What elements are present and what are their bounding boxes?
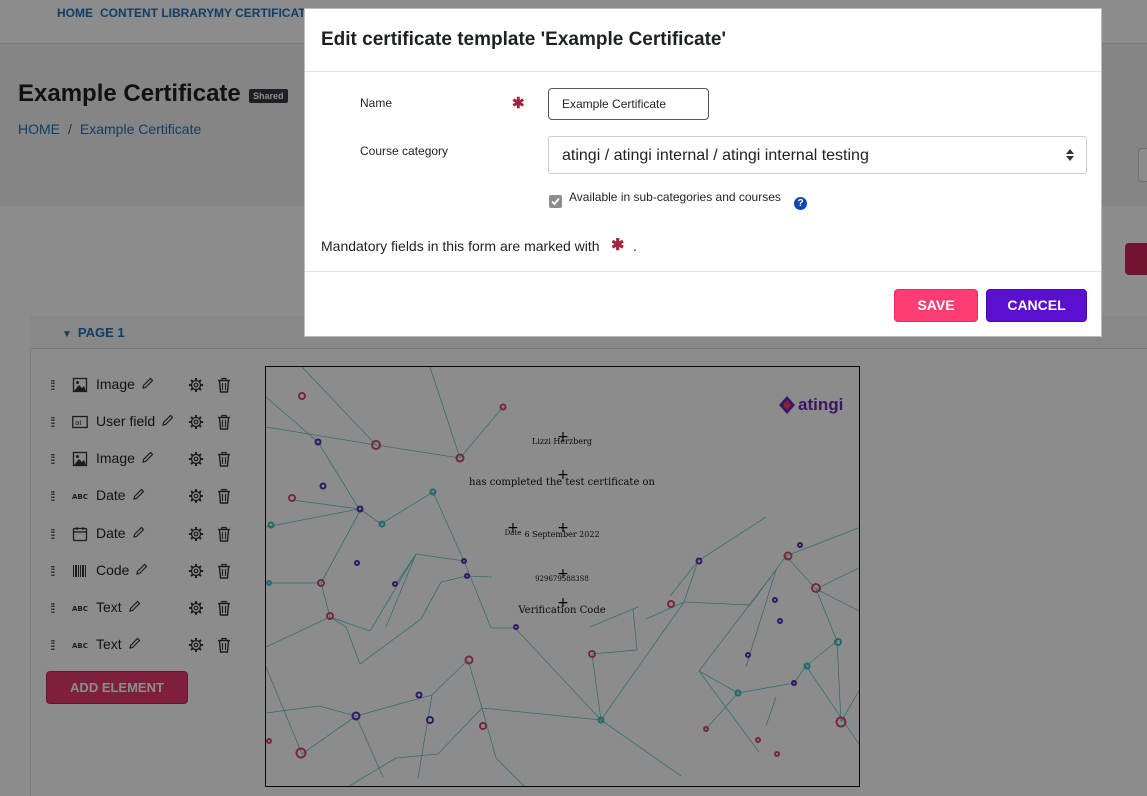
edit-template-dialog: Edit certificate template 'Example Certi… — [304, 8, 1102, 337]
course-category-select[interactable]: atingi / atingi internal / atingi intern… — [548, 136, 1087, 174]
dialog-header: Edit certificate template 'Example Certi… — [305, 9, 1101, 72]
course-category-label: Course category — [360, 144, 449, 158]
course-category-value: atingi / atingi internal / atingi intern… — [562, 147, 869, 164]
dialog-footer-divider — [305, 271, 1101, 272]
name-label: Name — [360, 96, 393, 110]
save-button[interactable]: SAVE — [894, 289, 978, 322]
checkmark-icon — [551, 197, 560, 206]
available-checkbox[interactable] — [549, 195, 562, 208]
cancel-button[interactable]: CANCEL — [986, 289, 1087, 322]
required-icon: ✱ — [512, 95, 525, 112]
mandatory-fields-note: Mandatory fields in this form are marked… — [321, 238, 600, 254]
help-icon[interactable]: ? — [794, 197, 807, 210]
available-label[interactable]: Available in sub-categories and courses — [569, 190, 781, 204]
select-caret-icon — [1066, 149, 1074, 161]
dialog-title: Edit certificate template 'Example Certi… — [321, 29, 727, 50]
required-icon: ✱ — [611, 237, 625, 254]
name-input[interactable] — [548, 88, 709, 120]
mandatory-fields-suffix: . — [633, 238, 637, 254]
